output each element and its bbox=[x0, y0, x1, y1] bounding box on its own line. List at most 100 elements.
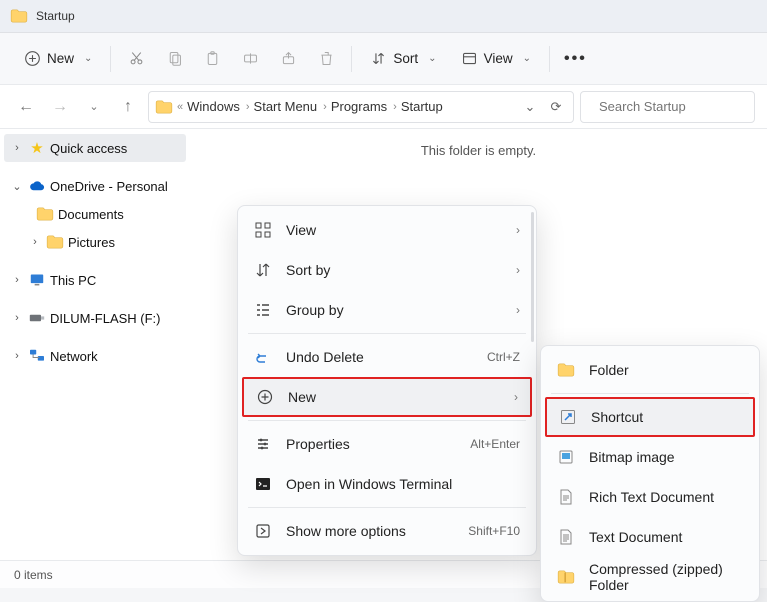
chevron-right-icon: › bbox=[10, 274, 24, 286]
star-icon: ★ bbox=[28, 139, 46, 157]
empty-message: This folder is empty. bbox=[190, 143, 767, 158]
undo-icon bbox=[254, 348, 272, 366]
copy-icon bbox=[166, 50, 183, 67]
crumb-programs[interactable]: Programs› bbox=[331, 99, 397, 114]
address-bar[interactable]: « Windows› Start Menu› Programs› Startup… bbox=[148, 91, 574, 123]
submenu-zip[interactable]: Compressed (zipped) Folder bbox=[545, 557, 755, 597]
usb-drive-icon bbox=[28, 309, 46, 327]
sort-button[interactable]: Sort ⌄ bbox=[360, 42, 446, 76]
menu-undo[interactable]: Undo Delete Ctrl+Z bbox=[242, 337, 532, 377]
chevron-down-icon: ⌄ bbox=[523, 53, 531, 64]
refresh-button[interactable]: ⟳ bbox=[545, 99, 567, 115]
sort-icon bbox=[370, 50, 387, 67]
folder-icon bbox=[10, 9, 28, 23]
cloud-icon bbox=[28, 177, 46, 195]
search-box[interactable] bbox=[580, 91, 755, 123]
submenu-txt[interactable]: Text Document bbox=[545, 517, 755, 557]
submenu-folder[interactable]: Folder bbox=[545, 350, 755, 390]
delete-button[interactable] bbox=[309, 42, 343, 76]
sidebar-item-this-pc[interactable]: › This PC bbox=[4, 266, 186, 294]
separator bbox=[248, 333, 526, 334]
sidebar-item-network[interactable]: › Network bbox=[4, 342, 186, 370]
navigation-pane: › ★ Quick access ⌄ OneDrive - Personal D… bbox=[0, 129, 190, 560]
separator bbox=[351, 46, 352, 72]
search-input[interactable] bbox=[599, 99, 767, 114]
grid-icon bbox=[254, 221, 272, 239]
menu-show-more[interactable]: Show more options Shift+F10 bbox=[242, 511, 532, 551]
menu-sort-by[interactable]: Sort by › bbox=[242, 250, 532, 290]
view-button[interactable]: View ⌄ bbox=[451, 42, 541, 76]
more-options-icon bbox=[254, 522, 272, 540]
title-bar: Startup bbox=[0, 0, 767, 33]
layout-icon bbox=[461, 50, 478, 67]
menu-view[interactable]: View › bbox=[242, 210, 532, 250]
new-submenu: Folder Shortcut Bitmap image Rich Text D… bbox=[540, 345, 760, 602]
chevron-down-icon: ⌄ bbox=[10, 180, 24, 193]
chevron-right-icon: › bbox=[514, 390, 518, 404]
sidebar-item-pictures[interactable]: › Pictures bbox=[4, 228, 186, 256]
plus-circle-icon bbox=[256, 388, 274, 406]
scissors-icon bbox=[128, 50, 145, 67]
menu-properties[interactable]: Properties Alt+Enter bbox=[242, 424, 532, 464]
chevron-right-icon: › bbox=[10, 350, 24, 362]
terminal-icon bbox=[254, 475, 272, 493]
trash-icon bbox=[318, 50, 335, 67]
document-icon bbox=[557, 528, 575, 546]
pc-icon bbox=[28, 271, 46, 289]
crumb-startup[interactable]: Startup bbox=[401, 99, 443, 114]
share-button[interactable] bbox=[271, 42, 305, 76]
separator bbox=[248, 420, 526, 421]
folder-icon bbox=[155, 100, 173, 114]
back-button[interactable]: ← bbox=[12, 93, 40, 121]
window-title: Startup bbox=[36, 9, 75, 23]
chevron-right-icon: › bbox=[516, 263, 520, 277]
folder-icon bbox=[557, 361, 575, 379]
properties-icon bbox=[254, 435, 272, 453]
separator bbox=[110, 46, 111, 72]
network-icon bbox=[28, 347, 46, 365]
chevron-right-icon: › bbox=[28, 236, 42, 248]
sidebar-item-documents[interactable]: Documents bbox=[4, 200, 186, 228]
nav-bar: ← → ⌄ ↑ « Windows› Start Menu› Programs›… bbox=[0, 85, 767, 129]
crumb-windows[interactable]: Windows› bbox=[187, 99, 249, 114]
new-button[interactable]: New ⌄ bbox=[14, 42, 102, 76]
folder-icon bbox=[46, 233, 64, 251]
document-icon bbox=[557, 488, 575, 506]
rename-icon bbox=[242, 50, 259, 67]
share-icon bbox=[280, 50, 297, 67]
context-menu: View › Sort by › Group by › Undo Delete … bbox=[237, 205, 537, 556]
shortcut-icon bbox=[559, 408, 577, 426]
sort-icon bbox=[254, 261, 272, 279]
sidebar-item-quick-access[interactable]: › ★ Quick access bbox=[4, 134, 186, 162]
copy-button[interactable] bbox=[157, 42, 191, 76]
sidebar-item-drive[interactable]: › DILUM-FLASH (F:) bbox=[4, 304, 186, 332]
image-icon bbox=[557, 448, 575, 466]
submenu-bitmap[interactable]: Bitmap image bbox=[545, 437, 755, 477]
chevron-down-icon: ⌄ bbox=[428, 53, 436, 64]
plus-circle-icon bbox=[24, 50, 41, 67]
chevron-down-icon: ⌄ bbox=[84, 53, 92, 64]
submenu-shortcut[interactable]: Shortcut bbox=[545, 397, 755, 437]
rename-button[interactable] bbox=[233, 42, 267, 76]
recent-button[interactable]: ⌄ bbox=[80, 93, 108, 121]
chevron-right-icon: › bbox=[10, 312, 24, 324]
history-dropdown[interactable]: ⌄ bbox=[519, 99, 541, 115]
forward-button[interactable]: → bbox=[46, 93, 74, 121]
overflow-indicator: « bbox=[177, 101, 183, 113]
separator bbox=[549, 46, 550, 72]
more-button[interactable]: ••• bbox=[558, 42, 593, 76]
sidebar-item-onedrive[interactable]: ⌄ OneDrive - Personal bbox=[4, 172, 186, 200]
separator bbox=[248, 507, 526, 508]
chevron-right-icon: › bbox=[516, 303, 520, 317]
crumb-startmenu[interactable]: Start Menu› bbox=[254, 99, 327, 114]
menu-new[interactable]: New › bbox=[242, 377, 532, 417]
separator bbox=[551, 393, 749, 394]
paste-button[interactable] bbox=[195, 42, 229, 76]
menu-group-by[interactable]: Group by › bbox=[242, 290, 532, 330]
up-button[interactable]: ↑ bbox=[114, 93, 142, 121]
menu-terminal[interactable]: Open in Windows Terminal bbox=[242, 464, 532, 504]
cut-button[interactable] bbox=[119, 42, 153, 76]
command-bar: New ⌄ Sort ⌄ View ⌄ ••• bbox=[0, 33, 767, 85]
item-count: 0 items bbox=[14, 568, 53, 582]
submenu-rtf[interactable]: Rich Text Document bbox=[545, 477, 755, 517]
